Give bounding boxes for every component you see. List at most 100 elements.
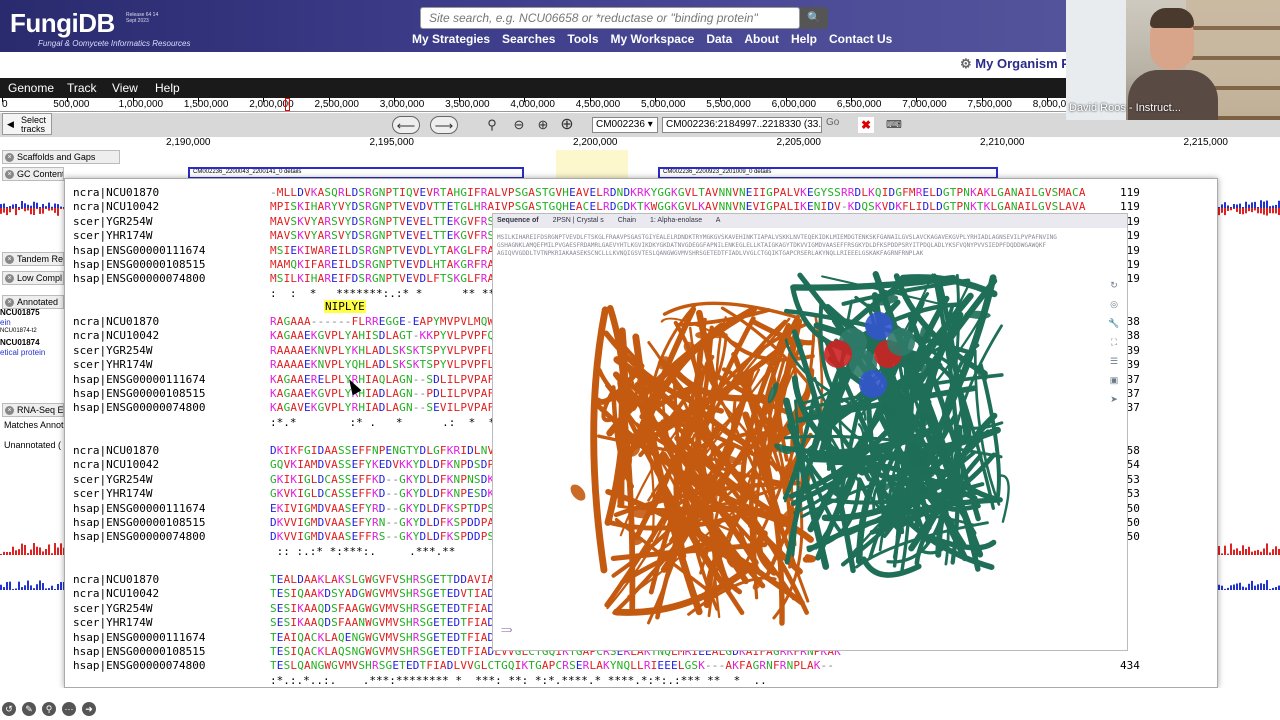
go-button[interactable]: Go <box>826 117 848 133</box>
track-name: RNA-Seq Ev <box>17 405 64 415</box>
sequence-id[interactable]: hsap|ENSG00000111674 <box>73 244 205 257</box>
nav-contact-us[interactable]: Contact Us <box>829 32 892 46</box>
sequence-id[interactable]: hsap|ENSG00000074800 <box>73 530 205 543</box>
sequence-id[interactable]: scer|YHR174W <box>73 358 152 371</box>
current-view-marker[interactable] <box>285 98 290 111</box>
expand-icon[interactable]: ⛶ <box>1105 337 1123 356</box>
menu-track[interactable]: Track <box>67 81 97 95</box>
sequence-id[interactable]: scer|YGR254W <box>73 344 152 357</box>
sequence-id[interactable]: scer|YHR174W <box>73 229 152 242</box>
track-label-annotated[interactable]: × Annotated <box>2 295 64 309</box>
nav-searches[interactable]: Searches <box>502 32 555 46</box>
track-label-low-complexity[interactable]: × Low Compl <box>2 271 64 285</box>
pan-left-button[interactable]: ⟵ <box>392 116 420 134</box>
pencil-icon[interactable]: ✎ <box>22 702 36 716</box>
menu-view[interactable]: View <box>112 81 138 95</box>
track-label-scaffolds[interactable]: × Scaffolds and Gaps <box>2 150 120 164</box>
sequence-id[interactable]: ncra|NCU01870 <box>73 186 159 199</box>
sequence-id[interactable]: scer|YHR174W <box>73 616 152 629</box>
nav-data[interactable]: Data <box>706 32 732 46</box>
sequence-id[interactable]: scer|YGR254W <box>73 602 152 615</box>
close-icon[interactable]: × <box>5 170 14 179</box>
logo-subtitle: Fungal & Oomycete Informatics Resources <box>38 39 191 48</box>
protein-cartoon[interactable] <box>493 214 1129 652</box>
sequence-id[interactable]: hsap|ENSG00000074800 <box>73 659 205 672</box>
sequence-id[interactable]: ncra|NCU01870 <box>73 444 159 457</box>
zoom-out-large-icon[interactable]: ⚲ <box>482 116 502 134</box>
more-icon[interactable]: ⋯ <box>62 702 76 716</box>
gene-label[interactable]: ein <box>0 318 11 327</box>
sequence-id[interactable]: ncra|NCU01870 <box>73 573 159 586</box>
nav-help[interactable]: Help <box>791 32 817 46</box>
sequence-id[interactable]: hsap|ENSG00000108515 <box>73 645 205 658</box>
sequence-id[interactable]: hsap|ENSG00000074800 <box>73 401 205 414</box>
zoom-out-icon[interactable]: ⊖ <box>510 116 528 134</box>
search-icon[interactable]: ⚲ <box>42 702 56 716</box>
close-icon[interactable]: × <box>5 298 14 307</box>
zoom-in-large-icon[interactable]: ⊕ <box>556 116 578 134</box>
select-tracks-button[interactable]: ◀ Select tracks <box>2 113 52 135</box>
sequence-id[interactable]: hsap|ENSG00000111674 <box>73 631 205 644</box>
location-input[interactable]: CM002236:2184997..2218330 (33.33 Kb) <box>662 117 822 133</box>
structure-viewer[interactable]: Sequence of 2PSN | Crystal s Chain 1: Al… <box>492 213 1128 651</box>
camera-icon[interactable]: ▣ <box>1105 375 1123 394</box>
track-label-rna-seq[interactable]: × RNA-Seq Ev <box>2 403 64 417</box>
menu-genome[interactable]: Genome <box>8 81 54 95</box>
nav-my-workspace[interactable]: My Workspace <box>611 32 695 46</box>
back-icon[interactable]: ↺ <box>2 702 16 716</box>
sequence-id[interactable]: hsap|ENSG00000108515 <box>73 258 205 271</box>
ruler-label: 4,500,000 <box>575 99 621 110</box>
site-search-input[interactable]: Site search, e.g. NCU06658 or *reductase… <box>420 7 800 29</box>
close-highlight-icon[interactable]: ✖ <box>858 117 874 133</box>
sequence-id[interactable]: hsap|ENSG00000108515 <box>73 516 205 529</box>
sequence-id[interactable]: scer|YGR254W <box>73 215 152 228</box>
main-nav: My Strategies Searches Tools My Workspac… <box>412 32 892 46</box>
gene-label[interactable]: NCU01874 <box>0 338 40 347</box>
fungidb-logo[interactable]: FungiDB Fungal & Oomycete Informatics Re… <box>10 8 191 48</box>
ruler-label: 2,500,000 <box>314 99 360 110</box>
sequence-id[interactable]: hsap|ENSG00000074800 <box>73 272 205 285</box>
select-icon[interactable]: ➤ <box>1105 394 1123 413</box>
gene-label[interactable]: etical protein <box>0 348 45 357</box>
menu-help[interactable]: Help <box>155 81 180 95</box>
nav-my-strategies[interactable]: My Strategies <box>412 32 490 46</box>
close-icon[interactable]: × <box>5 153 14 162</box>
sequence-id[interactable]: hsap|ENSG00000111674 <box>73 373 205 386</box>
track-label-gc-content[interactable]: × GC Content <box>2 167 64 181</box>
nav-about[interactable]: About <box>744 32 779 46</box>
residue-count: 119 <box>1120 200 1140 214</box>
reset-icon[interactable]: ↻ <box>1105 280 1123 299</box>
sequence-id[interactable]: ncra|NCU10042 <box>73 458 159 471</box>
sequence-id[interactable]: ncra|NCU10042 <box>73 587 159 600</box>
close-icon[interactable]: × <box>5 406 14 415</box>
close-icon[interactable]: × <box>5 255 14 264</box>
my-organism-link[interactable]: ⚙ My Organism P <box>960 56 1070 72</box>
search-button[interactable]: 🔍 <box>800 7 828 29</box>
forward-icon[interactable]: ➜ <box>82 702 96 716</box>
track-label-matches-annot[interactable]: Matches Annot <box>2 419 64 433</box>
ruler-label: 0 <box>2 99 8 110</box>
track-label-unannotated[interactable]: Unannotated ( <box>2 439 64 453</box>
gene-label[interactable]: NCU01874-t2 <box>0 328 37 334</box>
track-label-tandem-repeats[interactable]: × Tandem Re <box>2 252 64 266</box>
wrench-icon[interactable]: 🔧 <box>1105 318 1123 337</box>
sequence-id[interactable]: ncra|NCU01870 <box>73 315 159 328</box>
sequence-id[interactable]: ncra|NCU10042 <box>73 329 159 342</box>
sequence-id[interactable]: scer|YGR254W <box>73 473 152 486</box>
close-icon[interactable]: × <box>5 274 14 283</box>
sequence-id[interactable]: scer|YHR174W <box>73 487 152 500</box>
coordinate-label: 2,200,000 <box>573 137 618 148</box>
keyboard-icon[interactable]: ⌨ <box>884 116 904 134</box>
sequence-id[interactable]: ncra|NCU10042 <box>73 200 159 213</box>
overview-ruler[interactable]: 0 500,000 1,000,000 1,500,000 2,000,000 2,500… <box>0 98 1077 112</box>
pan-right-button[interactable]: ⟶ <box>430 116 458 134</box>
nav-tools[interactable]: Tools <box>567 32 598 46</box>
zoom-in-icon[interactable]: ⊕ <box>534 116 552 134</box>
sequence-id[interactable]: hsap|ENSG00000111674 <box>73 502 205 515</box>
gene-label[interactable]: NCU01875 <box>0 308 40 317</box>
residue-count: 434 <box>1120 659 1140 673</box>
target-icon[interactable]: ◎ <box>1105 299 1123 318</box>
reference-sequence-select[interactable]: CM002236 ▾ <box>592 117 658 133</box>
sequence-id[interactable]: hsap|ENSG00000108515 <box>73 387 205 400</box>
settings-icon[interactable]: ☰ <box>1105 356 1123 375</box>
